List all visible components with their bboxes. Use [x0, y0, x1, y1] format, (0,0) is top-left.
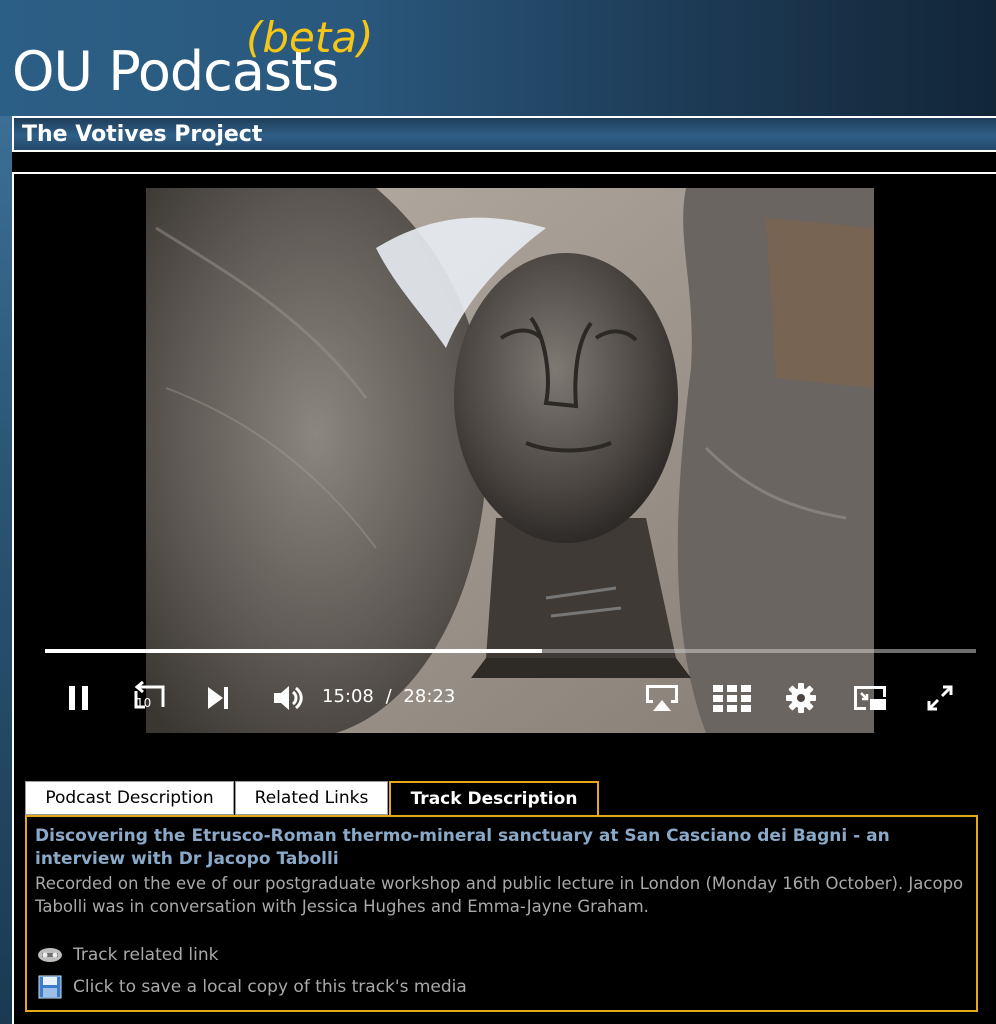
- pause-icon: [69, 686, 88, 710]
- picture-in-picture-button[interactable]: [850, 680, 890, 716]
- seek-bar-played: [45, 649, 543, 653]
- next-track-icon: [208, 687, 228, 709]
- time-display: 15:08 / 28:23: [322, 686, 455, 707]
- save-local-copy-label: Click to save a local copy of this track…: [73, 977, 467, 997]
- volume-icon: [274, 686, 303, 710]
- beta-label: (beta): [246, 13, 374, 62]
- skip-back-button[interactable]: 10: [128, 680, 170, 716]
- track-description-text: Recorded on the eve of our postgraduate …: [35, 874, 964, 916]
- track-related-link[interactable]: Track related link: [37, 943, 219, 967]
- airplay-button[interactable]: [642, 680, 682, 716]
- link-chain-icon: [37, 943, 63, 967]
- chapters-grid-icon: [713, 685, 751, 712]
- track-title: Discovering the Etrusco-Roman thermo-min…: [35, 826, 890, 869]
- tab-track-description[interactable]: Track Description: [389, 781, 599, 815]
- site-header: OU Podcasts (beta): [0, 0, 996, 116]
- duration: 28:23: [403, 686, 456, 707]
- track-related-link-label: Track related link: [73, 945, 219, 965]
- save-disk-icon: [37, 975, 63, 999]
- skip-back-seconds: 10: [136, 696, 152, 710]
- settings-button[interactable]: [782, 680, 820, 716]
- next-track-button[interactable]: [202, 682, 234, 714]
- volume-button[interactable]: [268, 680, 308, 716]
- pause-button[interactable]: [62, 682, 96, 714]
- tab-podcast-description[interactable]: Podcast Description: [25, 781, 234, 815]
- save-local-copy-link[interactable]: Click to save a local copy of this track…: [37, 975, 467, 999]
- page-title: The Votives Project: [22, 122, 263, 147]
- fullscreen-button[interactable]: [922, 680, 958, 716]
- time-separator: /: [385, 686, 392, 707]
- left-sidebar-strip: [0, 116, 12, 1024]
- picture-in-picture-icon: [854, 686, 886, 710]
- page-title-bar: The Votives Project: [12, 116, 996, 152]
- track-description-panel: Discovering the Etrusco-Roman thermo-min…: [25, 815, 978, 1012]
- chapters-button[interactable]: [710, 680, 754, 716]
- settings-gear-icon: [786, 683, 816, 713]
- current-time: 15:08: [322, 686, 374, 707]
- tab-related-links[interactable]: Related Links: [235, 781, 388, 815]
- seek-bar[interactable]: [45, 649, 976, 653]
- fullscreen-icon: [927, 685, 953, 711]
- airplay-icon: [646, 685, 678, 711]
